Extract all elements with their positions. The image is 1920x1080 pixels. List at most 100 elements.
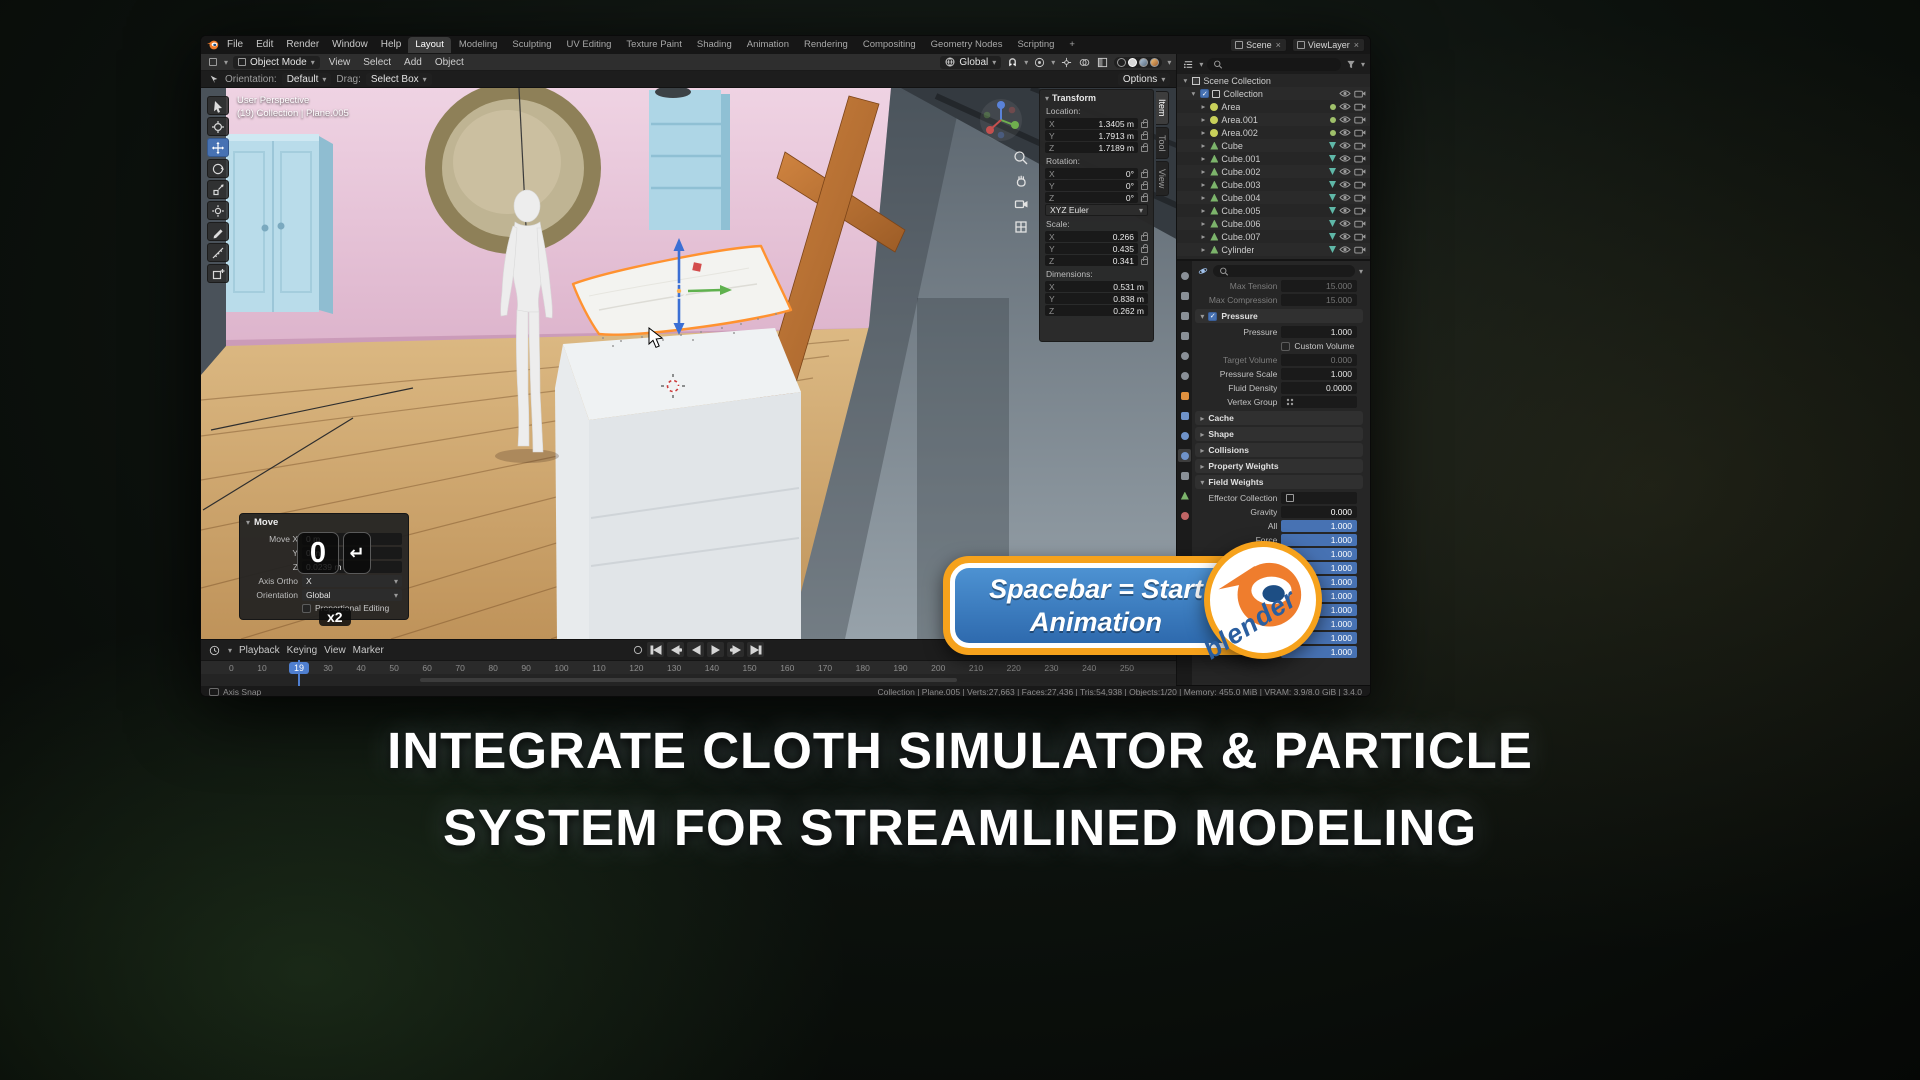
workspace-tab-scripting[interactable]: Scripting — [1010, 37, 1061, 53]
tab-item[interactable]: Item — [1156, 91, 1169, 125]
prop-row-fluid-density[interactable]: Fluid Density0.0000 — [1193, 381, 1367, 395]
prop-row-pressure-scale[interactable]: Pressure Scale1.000 — [1193, 367, 1367, 381]
render-camera-icon[interactable] — [1354, 115, 1366, 124]
hide-eye-icon[interactable] — [1339, 232, 1351, 241]
pressure-section-header[interactable]: ▾Pressure — [1195, 309, 1363, 323]
ortho-grid-icon[interactable] — [1013, 219, 1029, 238]
shelf-object[interactable] — [649, 88, 730, 230]
proportional-editing-icon[interactable] — [1033, 56, 1046, 69]
options-dropdown[interactable]: Options▾ — [1118, 73, 1170, 86]
hide-eye-icon[interactable] — [1339, 102, 1351, 111]
menu-add[interactable]: Add — [400, 57, 426, 68]
menu-help[interactable]: Help — [375, 36, 408, 54]
prop-row-max-compression[interactable]: Max Compression15.000 — [1193, 293, 1367, 307]
target-volume-field[interactable]: 0.000 — [1281, 354, 1357, 366]
menu-window[interactable]: Window — [326, 36, 374, 54]
filter-dropdown[interactable]: ▾ — [1361, 60, 1365, 69]
outliner-editor-icon[interactable] — [1182, 58, 1195, 71]
xray-toggle-icon[interactable] — [1096, 56, 1109, 69]
gizmos-icon[interactable] — [1060, 56, 1073, 69]
outliner-row-cube-006[interactable]: ▸Cube.006 — [1177, 217, 1370, 230]
auto-keying-toggle[interactable] — [631, 643, 644, 656]
hide-eye-icon[interactable] — [1339, 141, 1351, 150]
proportional-editing-checkbox[interactable] — [302, 604, 311, 613]
hide-eye-icon[interactable] — [1339, 154, 1351, 163]
dimensions-y-field[interactable]: Y0.838 m — [1045, 293, 1148, 304]
all-slider[interactable]: 1.000 — [1281, 520, 1357, 532]
tool-properties-tab[interactable] — [1178, 269, 1191, 282]
active-tool-icon[interactable] — [207, 73, 220, 86]
pan-hand-icon[interactable] — [1013, 173, 1029, 192]
prop-row-effector-collection[interactable]: Effector Collection — [1193, 491, 1367, 505]
scale-z-field[interactable]: Z0.341 — [1045, 255, 1138, 266]
jump-to-end-button[interactable] — [747, 642, 764, 657]
outliner-row-cube-004[interactable]: ▸Cube.004 — [1177, 191, 1370, 204]
scene-unlink-icon[interactable]: × — [1275, 40, 1282, 50]
menu-file[interactable]: File — [221, 36, 249, 54]
viewlayer-unlink-icon[interactable]: × — [1353, 40, 1360, 50]
menu-keying[interactable]: Keying — [287, 645, 318, 656]
force-slider[interactable]: 1.000 — [1281, 534, 1357, 546]
outliner-row-scene-collection[interactable]: ▾ Scene Collection — [1177, 74, 1370, 87]
play-button[interactable] — [707, 642, 724, 657]
transform-panel-header[interactable]: ▾Transform — [1040, 92, 1153, 104]
lock-icon[interactable] — [1141, 196, 1148, 202]
prop-row-custom-volume[interactable]: Custom Volume — [1193, 339, 1367, 353]
snap-magnet-icon[interactable] — [1006, 56, 1019, 69]
shading-material-button[interactable] — [1139, 58, 1148, 67]
workspace-tab-sculpting[interactable]: Sculpting — [505, 37, 558, 53]
collisions-section-header[interactable]: ▸Collisions — [1195, 443, 1363, 457]
pressure-enable-checkbox[interactable] — [1208, 312, 1217, 321]
scene-properties-tab[interactable] — [1178, 349, 1191, 362]
prop-row-all[interactable]: All1.000 — [1193, 519, 1367, 533]
hide-eye-icon[interactable] — [1339, 167, 1351, 176]
shape-section-header[interactable]: ▸Shape — [1195, 427, 1363, 441]
workspace-tab-compositing[interactable]: Compositing — [856, 37, 923, 53]
prop-row-target-volume[interactable]: Target Volume0.000 — [1193, 353, 1367, 367]
menu-select[interactable]: Select — [359, 57, 395, 68]
editor-type-dropdown[interactable]: ▾ — [224, 58, 228, 67]
snap-dropdown[interactable]: ▾ — [1024, 58, 1028, 67]
transform-orientation-dropdown[interactable]: Global ▾ — [940, 56, 1001, 69]
menu-edit[interactable]: Edit — [250, 36, 279, 54]
rotation-y-field[interactable]: Y0° — [1045, 180, 1138, 191]
mode-dropdown[interactable]: Object Mode ▾ — [233, 56, 320, 69]
field-weights-section-header[interactable]: ▾Field Weights — [1195, 475, 1363, 489]
overlays-icon[interactable] — [1078, 56, 1091, 69]
collection-checkbox[interactable] — [1200, 89, 1209, 98]
render-camera-icon[interactable] — [1354, 193, 1366, 202]
menu-object[interactable]: Object — [431, 57, 468, 68]
cache-section-header[interactable]: ▸Cache — [1195, 411, 1363, 425]
filter-icon[interactable] — [1345, 60, 1357, 69]
rotation-x-field[interactable]: X0° — [1045, 168, 1138, 179]
lock-icon[interactable] — [1141, 184, 1148, 190]
prop-row-max-tension[interactable]: Max Tension15.000 — [1193, 279, 1367, 293]
shading-dropdown[interactable]: ▾ — [1167, 58, 1171, 67]
fluid-density-field[interactable]: 0.0000 — [1281, 382, 1357, 394]
timeline-ruler[interactable]: 0102030405060708090100110120130140150160… — [201, 660, 1176, 674]
workspace-tab-layout[interactable]: Layout — [408, 37, 451, 53]
add-workspace-button[interactable]: + — [1062, 37, 1082, 53]
particles-properties-tab[interactable] — [1178, 429, 1191, 442]
rotation-z-field[interactable]: Z0° — [1045, 192, 1138, 203]
play-reverse-button[interactable] — [687, 642, 704, 657]
physics-properties-tab[interactable] — [1178, 449, 1191, 462]
add-primitive-tool[interactable] — [207, 264, 229, 283]
gravity-slider[interactable]: 0.000 — [1281, 506, 1357, 518]
prev-keyframe-button[interactable] — [667, 642, 684, 657]
annotate-tool[interactable] — [207, 222, 229, 241]
outliner-row-cube-001[interactable]: ▸Cube.001 — [1177, 152, 1370, 165]
outliner-row-cube-005[interactable]: ▸Cube.005 — [1177, 204, 1370, 217]
lock-icon[interactable] — [1141, 235, 1148, 241]
workspace-tab-texture-paint[interactable]: Texture Paint — [619, 37, 688, 53]
outliner-row-cube[interactable]: ▸Cube — [1177, 139, 1370, 152]
prop-row-pressure[interactable]: Pressure1.000 — [1193, 325, 1367, 339]
render-properties-tab[interactable] — [1178, 289, 1191, 302]
prop-row-vertex-group[interactable]: Vertex Group — [1193, 395, 1367, 409]
outliner-row-cylinder[interactable]: ▸Cylinder — [1177, 243, 1370, 256]
properties-search-input[interactable] — [1213, 265, 1355, 277]
outliner-row-cube-002[interactable]: ▸Cube.002 — [1177, 165, 1370, 178]
shading-rendered-button[interactable] — [1150, 58, 1159, 67]
shading-wireframe-button[interactable] — [1117, 58, 1126, 67]
effector-collection-picker[interactable] — [1281, 492, 1357, 504]
